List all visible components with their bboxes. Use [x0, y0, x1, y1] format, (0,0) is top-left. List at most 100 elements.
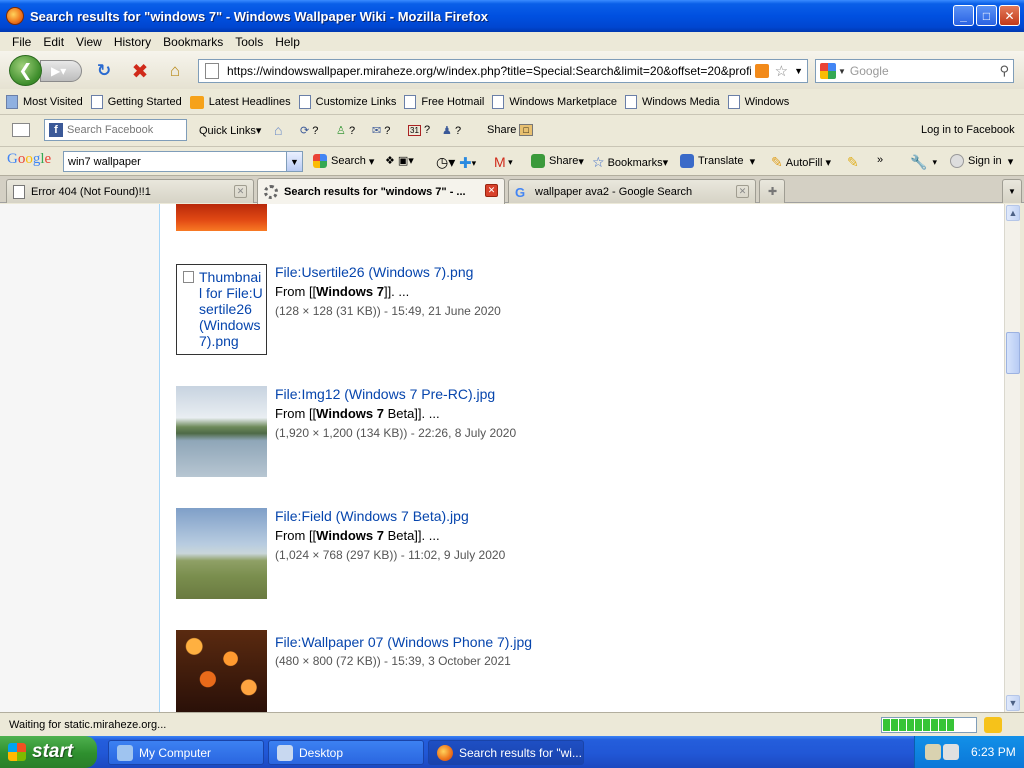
bookmark-latest-headlines[interactable]: Latest Headlines — [189, 95, 291, 109]
tab-error-404[interactable]: Error 404 (Not Found)!!1 ✕ — [6, 179, 254, 203]
home-icon[interactable]: ⌂ — [274, 122, 282, 138]
facebook-share-button[interactable]: Share □ — [487, 124, 533, 136]
events-icon[interactable]: 31 ? — [408, 124, 430, 136]
system-tray: 6:23 PM — [914, 736, 1024, 768]
home-icon[interactable]: ⌂ — [165, 61, 185, 81]
scroll-down-arrow-icon[interactable]: ▼ — [1006, 695, 1020, 711]
new-tab-button[interactable]: ✚ — [759, 179, 785, 203]
autofill-button[interactable]: ✎ AutoFill ▾ — [771, 154, 831, 171]
search-magnifier-icon[interactable]: ⚲ — [999, 63, 1009, 79]
gmail-icon[interactable]: M ▾ — [494, 154, 513, 170]
clock[interactable]: 6:23 PM — [971, 745, 1016, 759]
tab-close-icon[interactable]: ✕ — [485, 184, 498, 197]
red-flower-thumbnail[interactable] — [176, 204, 267, 231]
tab-list-dropdown[interactable]: ▼ — [1002, 179, 1022, 203]
engine-dropdown-icon[interactable]: ▼ — [838, 67, 846, 76]
history-clock-icon[interactable]: ◷▾ — [436, 154, 455, 171]
bookmark-windows-media[interactable]: Windows Media — [624, 95, 720, 109]
start-button[interactable]: start — [0, 736, 97, 768]
result-meta: (1,024 × 768 (297 KB)) - 11:02, 9 July 2… — [275, 548, 506, 562]
task-desktop[interactable]: Desktop — [268, 740, 424, 765]
google-share-button[interactable]: Share ▾ — [531, 154, 584, 168]
progress-segment — [883, 719, 890, 731]
page-icon — [13, 184, 25, 199]
friends-icon[interactable]: ♟ ? — [442, 124, 461, 137]
bookmark-windows-marketplace[interactable]: Windows Marketplace — [492, 95, 617, 109]
bookmark-customize-links[interactable]: Customize Links — [298, 95, 396, 109]
wrench-icon[interactable]: 🔧 ▾ — [910, 154, 937, 171]
rss-icon[interactable] — [754, 64, 769, 78]
stop-icon[interactable]: ✖ — [130, 61, 150, 83]
google-bookmarks-button[interactable]: ☆ Bookmarks ▾ — [592, 154, 668, 171]
search-box[interactable]: ▼ Google ⚲ — [815, 59, 1014, 83]
quick-links-menu[interactable]: Quick Links▾ — [199, 124, 261, 137]
google-signin-button[interactable]: Sign in ▾ — [950, 154, 1013, 168]
bookmark-most-visited[interactable]: Most Visited — [6, 95, 83, 109]
forward-button[interactable]: ▶▾ — [40, 60, 82, 82]
friend-requests-icon[interactable]: ♙ ? — [336, 124, 355, 137]
result-meta: (128 × 128 (31 KB)) - 15:49, 21 June 202… — [275, 304, 501, 318]
result-title[interactable]: File:Field (Windows 7 Beta).jpg — [275, 508, 469, 524]
scrollbar-thumb[interactable] — [1006, 332, 1020, 374]
translate-button[interactable]: Translate ▾ — [680, 154, 755, 168]
field-path-thumbnail[interactable] — [176, 508, 267, 599]
facebook-icon: f — [49, 123, 63, 137]
progress-segment — [899, 719, 906, 731]
url-text[interactable]: https://windowswallpaper.miraheze.org/w/… — [227, 64, 751, 78]
highlighter-icon[interactable]: ✎ — [847, 154, 859, 171]
url-dropdown-icon[interactable]: ▼ — [794, 66, 803, 76]
bookmark-star-icon[interactable]: ☆ — [775, 62, 788, 80]
toolbar-options-icon[interactable] — [12, 123, 30, 137]
tray-network-icon[interactable] — [925, 744, 941, 760]
desktop-icon — [277, 744, 293, 761]
bookmark-getting-started[interactable]: Getting Started — [90, 95, 182, 109]
menu-help[interactable]: Help — [269, 35, 306, 49]
bookmark-free-hotmail[interactable]: Free Hotmail — [404, 95, 484, 109]
vertical-scrollbar[interactable]: ▲ ▼ — [1004, 204, 1020, 712]
facebook-login-button[interactable]: Log in to Facebook — [921, 124, 1015, 136]
google-query-input[interactable]: win7 wallpaper ▼ — [63, 151, 303, 172]
plus-icon[interactable]: ✚ ▾ — [459, 154, 476, 172]
loading-spinner-icon — [264, 184, 278, 199]
tray-volume-icon[interactable] — [943, 744, 959, 760]
messages-icon[interactable]: ✉ ? — [372, 124, 390, 137]
page-layout-icon[interactable]: ❖ ▣▾ — [385, 154, 414, 167]
menu-bookmarks[interactable]: Bookmarks — [157, 35, 229, 49]
menu-file[interactable]: File — [6, 35, 37, 49]
result-title[interactable]: File:Usertile26 (Windows 7).png — [275, 264, 473, 280]
menu-history[interactable]: History — [108, 35, 157, 49]
result-meta: (1,920 × 1,200 (134 KB)) - 22:26, 8 July… — [275, 426, 517, 440]
task-firefox-window[interactable]: Search results for "wi... — [428, 740, 584, 765]
tab-search-results[interactable]: Search results for "windows 7" - ... ✕ — [257, 178, 505, 204]
result-title[interactable]: File:Wallpaper 07 (Windows Phone 7).jpg — [275, 634, 532, 650]
minimize-button[interactable]: _ — [953, 5, 974, 26]
menu-edit[interactable]: Edit — [37, 35, 70, 49]
bokeh-lights-thumbnail[interactable] — [176, 630, 267, 712]
menu-view[interactable]: View — [70, 35, 108, 49]
result-snippet: From [[Windows 7 Beta]]. ... — [275, 406, 440, 421]
reload-icon[interactable]: ↻ — [94, 61, 114, 81]
search-input[interactable]: Google — [850, 64, 889, 78]
scroll-up-arrow-icon[interactable]: ▲ — [1006, 205, 1020, 221]
task-my-computer[interactable]: My Computer — [108, 740, 264, 765]
facebook-search-input[interactable]: f Search Facebook — [44, 119, 187, 141]
close-button[interactable]: ✕ — [999, 5, 1020, 26]
tab-google-search[interactable]: G wallpaper ava2 - Google Search ✕ — [508, 179, 756, 203]
back-button[interactable]: ❮ — [9, 55, 42, 86]
lake-landscape-thumbnail[interactable] — [176, 386, 267, 477]
google-search-button[interactable]: Search ▾ — [313, 154, 374, 168]
google-logo[interactable]: Google — [7, 151, 51, 168]
broken-thumbnail[interactable]: Thumbnail for File:Usertile26 (Windows 7… — [176, 264, 267, 355]
result-title[interactable]: File:Img12 (Windows 7 Pre-RC).jpg — [275, 386, 495, 402]
more-chevron-button[interactable]: » — [877, 154, 883, 166]
address-bar[interactable]: https://windowswallpaper.miraheze.org/w/… — [198, 59, 808, 83]
tab-close-icon[interactable]: ✕ — [234, 185, 247, 198]
google-engine-icon[interactable] — [820, 63, 836, 79]
query-dropdown-icon[interactable]: ▼ — [286, 152, 302, 171]
poke-icon[interactable]: ⟳ ? — [300, 124, 318, 137]
maximize-button[interactable]: □ — [976, 5, 997, 26]
menu-tools[interactable]: Tools — [229, 35, 269, 49]
status-alert-icon[interactable] — [984, 717, 1002, 733]
bookmark-windows[interactable]: Windows — [727, 95, 789, 109]
tab-close-icon[interactable]: ✕ — [736, 185, 749, 198]
